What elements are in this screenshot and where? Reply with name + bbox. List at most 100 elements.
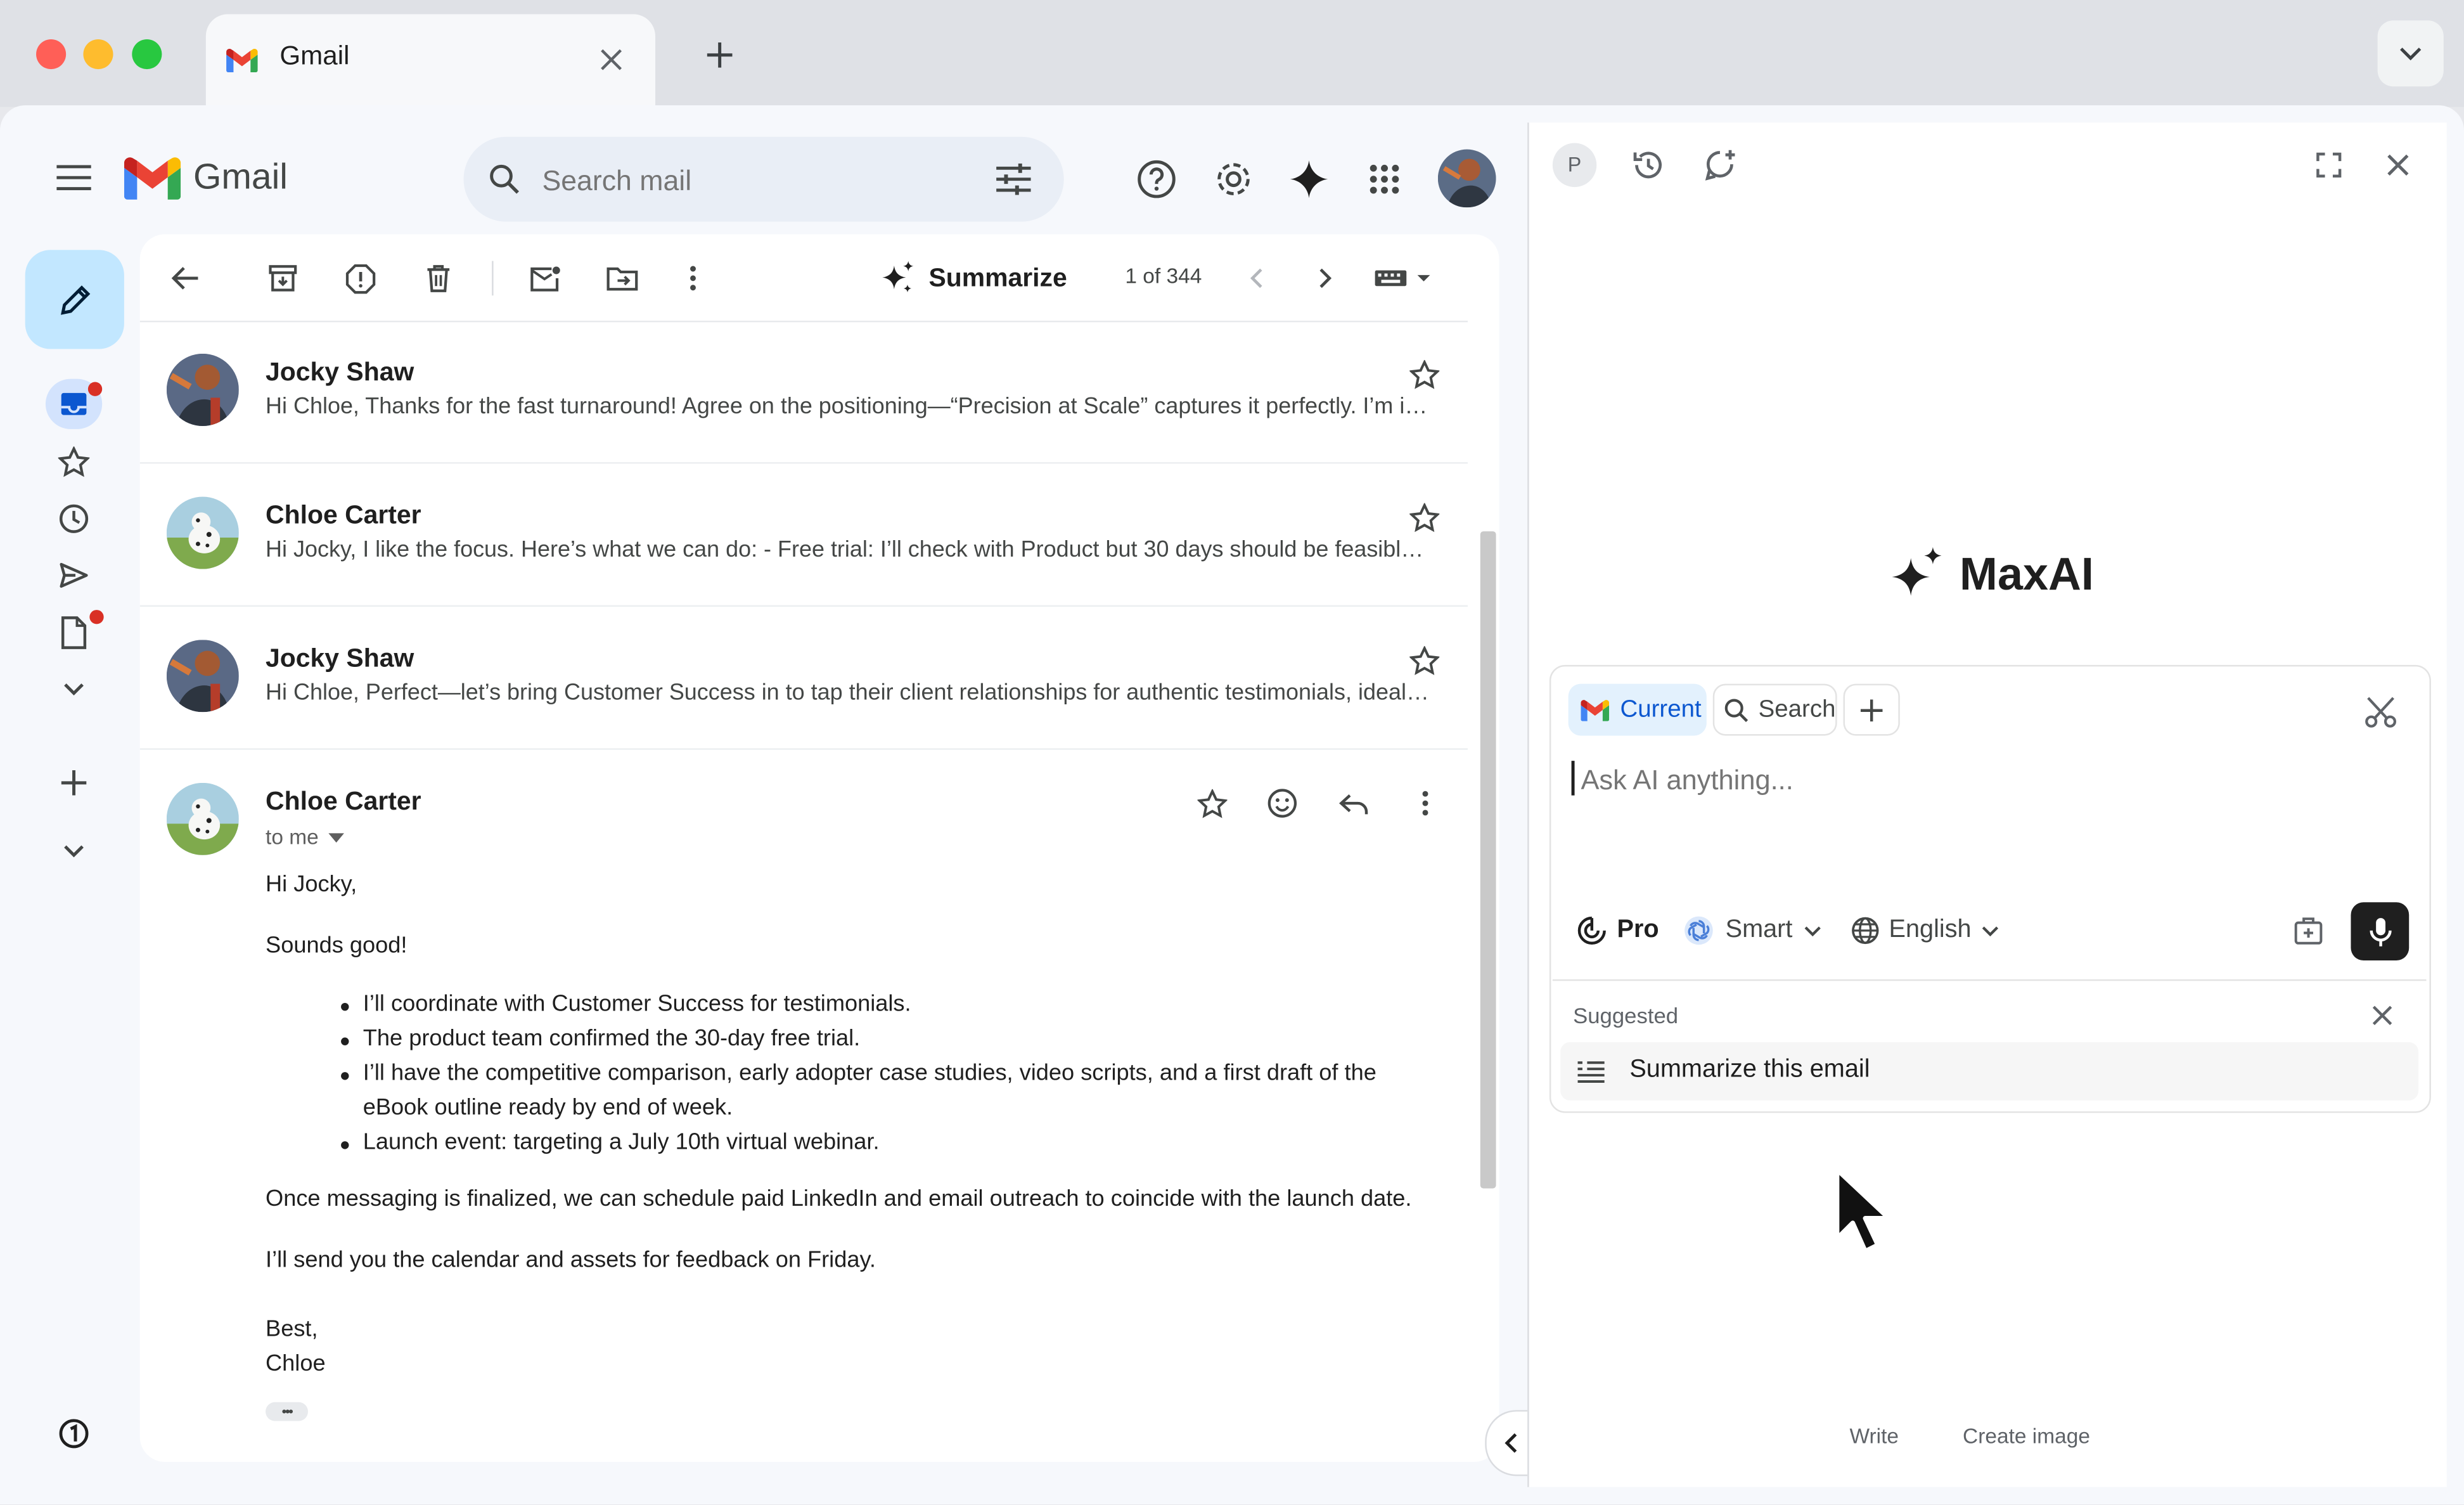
create-label-plus-icon[interactable]	[55, 764, 93, 802]
star-icon[interactable]	[1193, 784, 1231, 822]
back-arrow-icon[interactable]	[165, 258, 205, 299]
summarize-label: Summarize	[928, 263, 1067, 292]
input-tools-keyboard-icon[interactable]	[1372, 258, 1435, 299]
more-labels-chevron-down-icon[interactable]	[55, 669, 93, 707]
inbox-icon	[58, 388, 90, 420]
bullet-item-continued: eBook outline ready by end of week.	[363, 1095, 733, 1121]
context-chip-current[interactable]: Current	[1568, 683, 1707, 736]
thread-message-collapsed[interactable]: Jocky Shaw Hi Chloe, Thanks for the fast…	[140, 322, 1468, 463]
message-paragraph: Once messaging is finalized, we can sche…	[266, 1187, 1412, 1212]
archive-icon[interactable]	[262, 258, 303, 299]
reading-pane: Summarize 1 of 344 Jocky Shaw Hi Chloe, …	[139, 234, 1499, 1463]
language-label: English	[1889, 916, 1972, 943]
drafts-icon[interactable]	[55, 613, 93, 651]
history-icon[interactable]	[1626, 143, 1670, 187]
compose-button[interactable]	[25, 250, 124, 349]
sender-avatar	[166, 496, 239, 569]
message-more-actions-icon[interactable]	[1406, 784, 1444, 822]
settings-gear-icon[interactable]	[1209, 154, 1259, 204]
close-tab-icon[interactable]	[589, 38, 633, 82]
maxai-brand: MaxAI	[1960, 549, 2094, 600]
help-icon[interactable]	[1131, 154, 1181, 204]
star-icon[interactable]	[1405, 642, 1443, 680]
sender-avatar	[166, 353, 239, 426]
search-input[interactable]	[539, 157, 985, 205]
recipients-toggle[interactable]: to me	[266, 825, 344, 849]
scissors-clear-icon[interactable]	[2359, 690, 2403, 734]
report-spam-icon[interactable]	[340, 258, 380, 299]
prompt-library-icon[interactable]	[2288, 910, 2328, 951]
storage-status-icon[interactable]	[55, 1415, 93, 1453]
open-message-sender: Chloe Carter	[266, 787, 421, 816]
expand-fullscreen-icon[interactable]	[2309, 145, 2349, 185]
search-icon	[1724, 697, 1749, 723]
add-reaction-emoji-icon[interactable]	[1264, 784, 1302, 822]
create-image-tab[interactable]: Create image	[1963, 1424, 2090, 1448]
add-context-plus-icon[interactable]	[1843, 683, 1900, 736]
sent-icon[interactable]	[55, 557, 93, 595]
tab-title: Gmail	[279, 41, 350, 71]
context-chip-search[interactable]: Search	[1712, 683, 1837, 736]
snoozed-clock-icon[interactable]	[55, 500, 93, 538]
suggestion-summarize-email[interactable]: Summarize this email	[1560, 1042, 2419, 1101]
mark-unread-icon[interactable]	[525, 258, 565, 299]
summary-lines-icon	[1575, 1056, 1607, 1088]
bullet-item: I’ll coordinate with Customer Success fo…	[363, 991, 911, 1017]
ask-ai-input[interactable]	[1577, 754, 2401, 805]
model-openai-icon	[1683, 915, 1715, 946]
browser-tab-gmail[interactable]: Gmail	[205, 14, 655, 107]
message-paragraph: I’ll send you the calendar and assets fo…	[266, 1248, 876, 1274]
move-to-folder-icon[interactable]	[602, 258, 643, 299]
search-bar[interactable]	[463, 136, 1064, 222]
search-options-icon[interactable]	[992, 158, 1036, 199]
close-window-button[interactable]	[36, 39, 67, 70]
search-chip-label: Search	[1758, 695, 1836, 723]
gemini-sparkle-icon[interactable]	[1284, 154, 1334, 204]
close-panel-icon[interactable]	[2378, 145, 2418, 185]
voice-input-microphone-icon[interactable]	[2351, 902, 2409, 961]
labels-chevron-down-icon[interactable]	[55, 832, 93, 870]
main-menu-icon[interactable]	[49, 153, 99, 203]
summarize-button[interactable]: Summarize	[878, 256, 1067, 300]
thread-message-collapsed[interactable]: Chloe Carter Hi Jocky, I like the focus.…	[140, 465, 1468, 607]
globe-icon	[1851, 917, 1880, 945]
minimize-window-button[interactable]	[83, 39, 113, 70]
new-tab-icon[interactable]	[696, 32, 743, 79]
dismiss-suggestions-icon[interactable]	[2363, 997, 2401, 1035]
newer-chevron-left-icon[interactable]	[1236, 258, 1274, 299]
new-chat-icon[interactable]	[1698, 143, 1742, 187]
gmail-logo-text: Gmail	[193, 155, 288, 197]
sender-avatar	[166, 640, 239, 713]
nav-inbox[interactable]	[45, 378, 103, 429]
starred-icon[interactable]	[55, 443, 93, 481]
star-icon[interactable]	[1405, 498, 1443, 536]
message-divider	[139, 748, 1468, 750]
model-selector[interactable]: Smart	[1683, 910, 1821, 951]
write-tab[interactable]: Write	[1849, 1424, 1899, 1448]
maxai-logo: MaxAI	[1887, 545, 2094, 605]
message-greeting: Hi Jocky,	[266, 872, 357, 898]
pro-toggle[interactable]: Pro	[1576, 910, 1659, 951]
mouse-cursor-icon	[1832, 1166, 1895, 1258]
show-trimmed-content-button[interactable]: •••	[266, 1402, 309, 1421]
maxai-sparkle-icon	[1887, 545, 1947, 605]
search-icon[interactable]	[485, 160, 523, 198]
reply-arrow-icon[interactable]	[1334, 784, 1372, 822]
star-icon[interactable]	[1405, 355, 1443, 393]
tab-list-chevron-down-icon[interactable]	[2377, 20, 2444, 87]
summarize-sparkle-icon	[878, 259, 916, 297]
maximize-window-button[interactable]	[132, 39, 162, 70]
thread-message-collapsed[interactable]: Jocky Shaw Hi Chloe, Perfect—let’s bring…	[140, 609, 1468, 750]
account-avatar[interactable]	[1437, 149, 1496, 208]
older-chevron-right-icon[interactable]	[1306, 258, 1344, 299]
delete-trash-icon[interactable]	[418, 258, 459, 299]
toolbar-divider	[492, 261, 494, 296]
language-selector[interactable]: English	[1851, 910, 1999, 951]
gmail-logo-icon[interactable]	[124, 155, 181, 199]
user-avatar[interactable]: P	[1552, 143, 1597, 188]
scrollbar-thumb[interactable]	[1480, 531, 1496, 1189]
bullet-dot	[341, 1002, 349, 1011]
apps-grid-icon[interactable]	[1359, 154, 1409, 204]
text-caret	[1571, 761, 1575, 796]
more-actions-icon[interactable]	[672, 258, 713, 299]
